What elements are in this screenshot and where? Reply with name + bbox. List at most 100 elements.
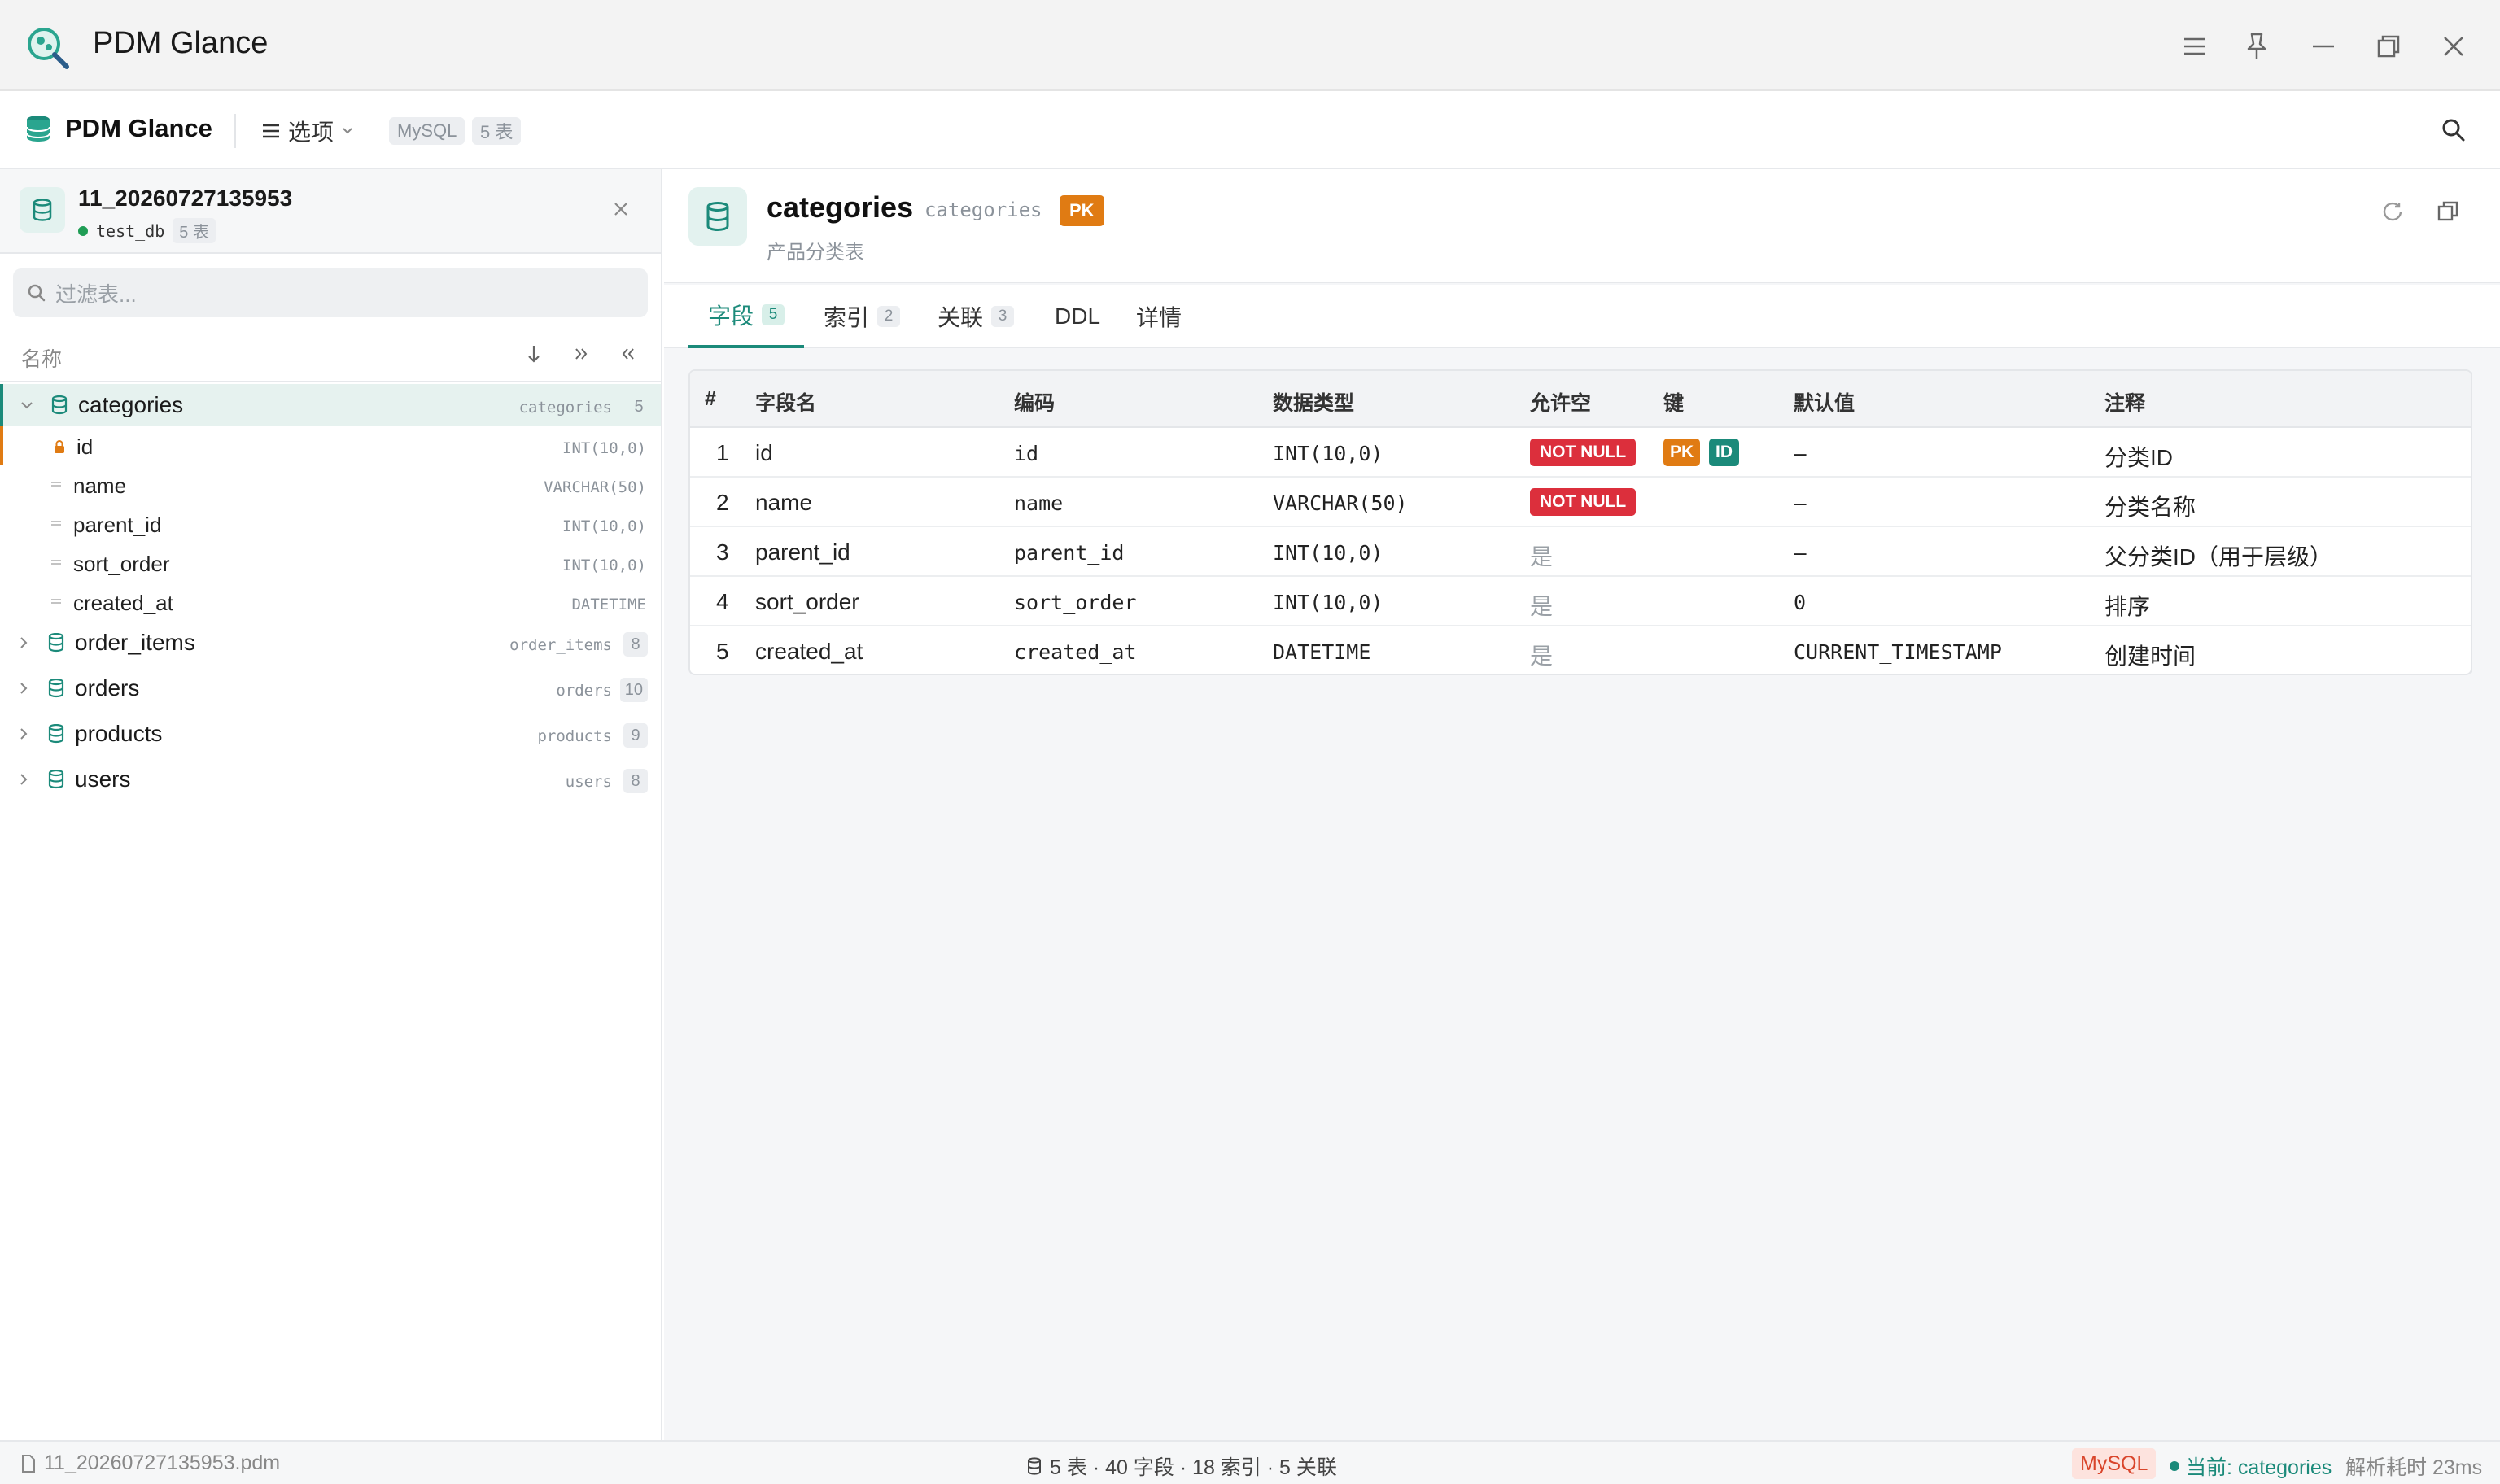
- row-data-type: DATETIME: [1273, 640, 1371, 664]
- filter-input[interactable]: 过滤表...: [13, 268, 648, 317]
- table-code: categories: [924, 199, 1042, 221]
- row-field-name: sort_order: [755, 589, 859, 614]
- row-nullable: 是: [1530, 594, 1554, 619]
- field-item-id[interactable]: id INT(10,0): [0, 426, 661, 465]
- file-card: 11_20260727135953 test_db 5 表: [0, 169, 661, 254]
- close-icon[interactable]: [2437, 29, 2471, 63]
- chevron-right-icon[interactable]: [16, 635, 31, 650]
- chevron-right-icon[interactable]: [16, 772, 31, 787]
- table-code: users: [565, 773, 612, 791]
- tab-indexes[interactable]: 索引 2: [824, 285, 901, 348]
- field-item-sort-order[interactable]: sort_order INT(10,0): [0, 543, 661, 583]
- row-default: –: [1794, 440, 1807, 465]
- database-icon: [1028, 1457, 1041, 1475]
- tab-details[interactable]: 详情: [1136, 285, 1182, 348]
- status-bar: 11_20260727135953.pdm 5 表 · 40 字段 · 18 索…: [0, 1440, 2500, 1484]
- main-panel: categories categories PK 产品分类表 字段 5 索引 2…: [664, 169, 2500, 1440]
- table-row[interactable]: 5 created_at created_at DATETIME 是 CURRE…: [690, 626, 2471, 674]
- refresh-icon[interactable]: [2381, 200, 2404, 223]
- table-name: order_items: [75, 630, 195, 655]
- tab-bar: 字段 5 索引 2 关联 3 DDL 详情: [664, 285, 2500, 348]
- restore-icon[interactable]: [2371, 29, 2406, 63]
- field-item-created-at[interactable]: created_at DATETIME: [0, 583, 661, 622]
- options-menu-button[interactable]: 选项: [262, 114, 353, 148]
- field-name: created_at: [73, 591, 173, 615]
- tab-label: DDL: [1055, 303, 1101, 329]
- table-code: categories: [518, 399, 612, 417]
- row-default: –: [1794, 490, 1807, 515]
- chevron-down-icon[interactable]: [20, 398, 34, 412]
- file-db-info: test_db 5 表: [78, 218, 216, 243]
- table-name: users: [75, 766, 131, 792]
- table-item-categories[interactable]: categories categories 5: [0, 384, 661, 426]
- col-data-type: 数据类型: [1273, 392, 1355, 415]
- list-header-label: 名称: [21, 348, 63, 371]
- row-comment: 分类ID: [2104, 445, 2174, 470]
- tab-count: 2: [877, 306, 901, 327]
- search-icon: [28, 284, 46, 302]
- table-code: orders: [556, 682, 612, 700]
- chevron-right-icon[interactable]: [16, 681, 31, 696]
- row-code: parent_id: [1014, 541, 1125, 565]
- table-field-count: 9: [623, 723, 648, 748]
- table-row[interactable]: 2 name name VARCHAR(50) NOT NULL – 分类名称: [690, 478, 2471, 527]
- tab-label: 关联: [938, 305, 984, 330]
- sidebar: 11_20260727135953 test_db 5 表 过滤表... 名称 …: [0, 169, 662, 1440]
- field-item-name[interactable]: name VARCHAR(50): [0, 465, 661, 504]
- table-item-orders[interactable]: orders orders 10: [0, 667, 661, 713]
- lock-icon: [55, 440, 64, 453]
- table-item-order-items[interactable]: order_items order_items 8: [0, 622, 661, 667]
- col-default: 默认值: [1794, 392, 1855, 415]
- chevron-right-icon[interactable]: [16, 727, 31, 741]
- col-nullable: 允许空: [1530, 392, 1592, 415]
- table-item-users[interactable]: users users 8: [0, 758, 661, 804]
- table-row[interactable]: 4 sort_order sort_order INT(10,0) 是 0 排序: [690, 577, 2471, 626]
- tab-label: 索引: [824, 305, 870, 330]
- row-index: 2: [716, 490, 729, 515]
- field-item-parent-id[interactable]: parent_id INT(10,0): [0, 504, 661, 543]
- table-comment: 产品分类表: [767, 242, 864, 264]
- table-item-products[interactable]: products products 9: [0, 713, 661, 758]
- pin-icon[interactable]: [2240, 29, 2274, 63]
- tab-fields[interactable]: 字段 5: [688, 285, 805, 348]
- field-icon: [51, 521, 61, 526]
- row-default: 0: [1794, 591, 1807, 614]
- row-index: 5: [716, 639, 729, 664]
- table-count-badge: 5 表: [472, 117, 522, 145]
- table-field-count: 5: [634, 397, 644, 416]
- chevron-down-icon: [343, 128, 352, 134]
- copy-icon[interactable]: [2437, 200, 2459, 223]
- table-name: categories: [78, 392, 184, 417]
- field-type: INT(10,0): [562, 517, 646, 535]
- row-index: 3: [716, 539, 729, 565]
- field-name: sort_order: [73, 552, 170, 576]
- col-comment: 注释: [2104, 392, 2146, 415]
- toolbar: PDM Glance 选项 MySQL 5 表: [0, 91, 2500, 169]
- tab-label: 详情: [1136, 305, 1182, 330]
- options-label: 选项: [288, 120, 334, 145]
- col-key: 键: [1663, 392, 1685, 415]
- menu-icon[interactable]: [2178, 29, 2212, 63]
- minimize-icon[interactable]: [2306, 29, 2340, 63]
- row-index: 4: [716, 589, 729, 614]
- search-icon[interactable]: [2441, 118, 2466, 142]
- status-current: 当前: categories: [2170, 1451, 2332, 1481]
- status-parse-time: 解析耗时 23ms: [2345, 1456, 2483, 1479]
- row-data-type: VARCHAR(50): [1273, 491, 1408, 515]
- tab-count: 3: [991, 306, 1015, 327]
- database-icon: [24, 114, 52, 143]
- table-row[interactable]: 1 id id INT(10,0) NOT NULL PK ID – 分类ID: [690, 428, 2471, 478]
- close-file-icon[interactable]: [614, 202, 628, 216]
- table-row[interactable]: 3 parent_id parent_id INT(10,0) 是 – 父分类I…: [690, 527, 2471, 577]
- expand-all-icon[interactable]: [573, 343, 589, 364]
- database-icon: [48, 770, 64, 789]
- status-stats-text: 5 表 · 40 字段 · 18 索引 · 5 关联: [1050, 1456, 1337, 1479]
- collapse-all-icon[interactable]: [620, 343, 636, 364]
- table-tree: categories categories 5 id INT(10,0) nam…: [0, 384, 661, 804]
- row-data-type: INT(10,0): [1273, 442, 1383, 465]
- sort-down-icon[interactable]: [526, 343, 542, 364]
- tab-ddl[interactable]: DDL: [1055, 285, 1100, 348]
- row-comment: 创建时间: [2104, 644, 2196, 669]
- tab-relations[interactable]: 关联 3: [938, 285, 1015, 348]
- database-icon: [688, 187, 747, 246]
